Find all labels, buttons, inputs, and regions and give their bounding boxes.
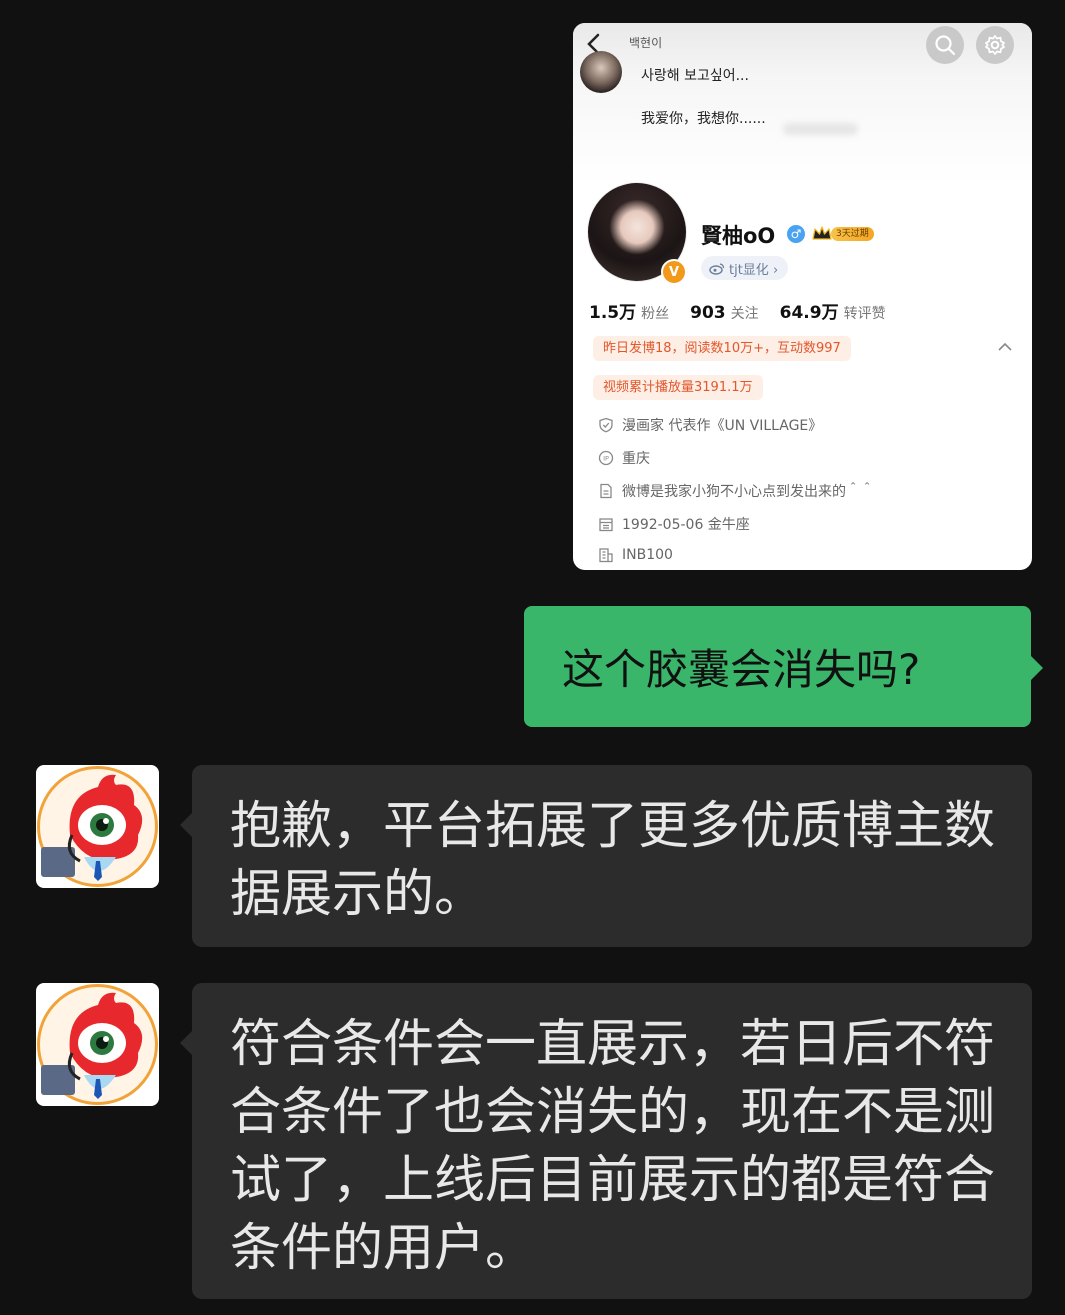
calendar-icon [599,518,613,532]
chevron-up-icon [998,342,1012,351]
incoming-message-text: 符合条件会一直展示，若日后不符合条件了也会消失的，现在不是测试了，上线后目前展示… [230,1015,996,1278]
shared-screenshot-image[interactable]: 백현이 사랑해 보고싶어... 我爱你，我想你...... V 賢柚oO ♂ 3… [573,23,1032,570]
verified-badge: V [661,259,687,285]
daily-stats-capsule: 昨日发博18，阅读数10万+，互动数997 [593,336,851,361]
search-icon [935,35,956,56]
info-text: INB100 [622,547,673,563]
outgoing-message-bubble[interactable]: 这个胶囊会消失吗? [524,606,1043,727]
stat-label: 关注 [730,306,759,322]
vip-crown-icon [812,226,832,240]
weibo-link-pill: tjt显化 › [701,256,789,280]
stat-engagement: 64.9万 转评赞 [780,298,886,323]
svg-text:IP: IP [603,455,609,463]
info-text: 重庆 [622,451,650,467]
bubble-tail [180,1031,192,1055]
document-icon [600,483,612,499]
settings-button [976,26,1014,64]
video-views-capsule: 视频累计播放量3191.1万 [593,375,763,400]
weibo-mascot-avatar-icon [37,984,158,1105]
story-username: 백현이 [629,36,663,50]
support-avatar[interactable] [36,765,159,888]
incoming-message-text: 抱歉，平台拓展了更多优质博主数据展示的。 [230,797,996,924]
ip-location-icon: IP [598,450,614,466]
weibo-link-label: tjt显化 › [729,262,779,278]
info-row-birthday: 1992-05-06 金牛座 [598,514,750,534]
stat-followers: 1.5万 粉丝 [589,298,669,323]
building-icon [599,548,613,563]
info-row-ip-location: IP 重庆 [598,448,650,468]
vip-expiry-badge: 3天过期 [831,227,874,241]
info-text: 微博是我家小狗不小心点到发出来的＾＾ [622,484,874,500]
stat-value: 64.9万 [779,303,839,323]
shield-check-icon [599,417,613,433]
story-avatar [580,51,622,93]
profile-name: 賢柚oO [701,224,776,248]
info-text: 1992-05-06 金牛座 [622,517,750,533]
stat-value: 1.5万 [589,303,637,323]
stat-label: 转评赞 [843,306,886,322]
incoming-message-bubble[interactable]: 符合条件会一直展示，若日后不符合条件了也会消失的，现在不是测试了，上线后目前展示… [180,983,1032,1299]
bubble-tail [1031,656,1043,680]
story-text-line-2: 我爱你，我想你...... [641,111,766,127]
male-gender-icon: ♂ [787,225,805,243]
info-row-certification: 漫画家 代表作《UN VILLAGE》 [598,415,822,435]
weibo-mascot-avatar-icon [37,766,158,887]
gear-icon [985,35,1005,55]
stat-label: 粉丝 [641,306,670,322]
info-row-bio: 微博是我家小狗不小心点到发出来的＾＾ [598,481,874,501]
incoming-message-bubble[interactable]: 抱歉，平台拓展了更多优质博主数据展示的。 [180,765,1032,947]
outgoing-message-text: 这个胶囊会消失吗? [562,645,921,694]
stat-following: 903 关注 [690,303,759,323]
stat-value: 903 [690,303,726,323]
info-row-company: INB100 [598,547,673,563]
search-button [926,26,964,64]
story-text-line-1: 사랑해 보고싶어... [641,68,749,84]
profile-stats: 1.5万 粉丝 903 关注 64.9万 转评赞 [589,298,886,323]
weibo-icon [709,262,725,275]
blurred-text [783,123,858,135]
info-text: 漫画家 代表作《UN VILLAGE》 [622,418,823,434]
support-avatar[interactable] [36,983,159,1106]
bubble-tail [180,813,192,837]
